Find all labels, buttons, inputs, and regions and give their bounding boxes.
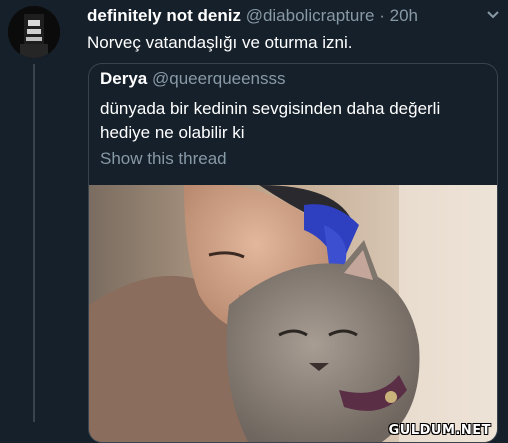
tweet-header: definitely not deniz @diabolicrapture · … bbox=[87, 6, 508, 28]
show-thread-link[interactable]: Show this thread bbox=[100, 149, 227, 169]
quoted-author-name: Derya bbox=[100, 69, 148, 88]
quoted-author-handle: @queerqueensss bbox=[152, 69, 286, 88]
author-avatar[interactable] bbox=[8, 6, 60, 58]
tweet-time[interactable]: 20h bbox=[390, 6, 418, 25]
thread-line bbox=[33, 64, 35, 422]
chevron-down-icon[interactable] bbox=[486, 10, 500, 20]
quoted-tweet-text: dünyada bir kedinin sevgisinden daha değ… bbox=[100, 99, 441, 142]
quoted-tweet-card[interactable]: Derya @queerqueensss dünyada bir kedinin… bbox=[88, 63, 498, 443]
tweet-text: Norveç vatandaşlığı ve oturma izni. bbox=[87, 33, 353, 52]
quoted-tweet-header: Derya @queerqueensss bbox=[100, 69, 286, 89]
author-name[interactable]: definitely not deniz bbox=[87, 6, 241, 25]
author-handle[interactable]: @diabolicrapture bbox=[246, 6, 375, 25]
avatar-image bbox=[8, 6, 60, 58]
header-separator: · bbox=[379, 6, 385, 25]
watermark: GULDUM.NET bbox=[388, 423, 491, 438]
photo-woman-kissing-cat bbox=[89, 185, 497, 442]
tweet-photo[interactable]: GULDUM.NET bbox=[89, 185, 497, 442]
